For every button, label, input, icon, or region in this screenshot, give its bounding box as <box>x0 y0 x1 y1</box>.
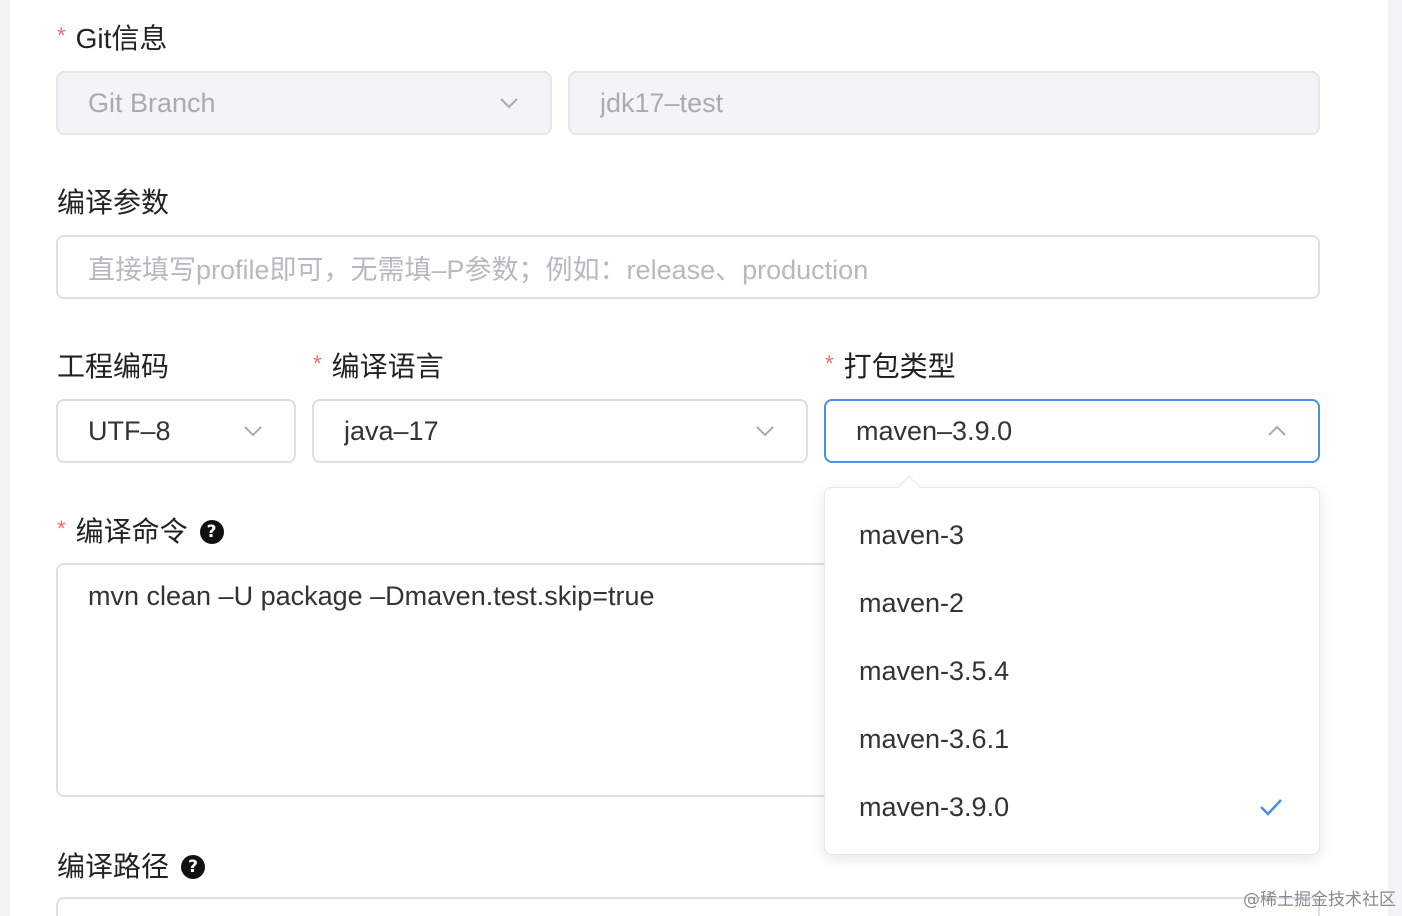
option-label: maven-3 <box>859 519 965 550</box>
option-label: maven-3.5.4 <box>859 655 1010 686</box>
dropdown-option[interactable]: maven-3.5.4 <box>825 637 1319 705</box>
help-icon[interactable]: ? <box>181 855 206 879</box>
option-label: maven-2 <box>859 587 965 618</box>
compile-command-value: mvn clean –U package –Dmaven.test.skip=t… <box>88 581 655 611</box>
dropdown-option-selected[interactable]: maven-3.9.0 <box>825 773 1319 841</box>
compile-params-label-text: 编译参数 <box>57 187 170 218</box>
help-icon[interactable]: ? <box>199 520 224 544</box>
required-mark: * <box>825 351 834 376</box>
compile-params-label: 编译参数 <box>57 185 169 221</box>
chevron-down-icon <box>500 98 518 109</box>
package-type-select[interactable]: maven–3.9.0 <box>824 399 1320 463</box>
language-label: * 编译语言 <box>313 349 444 385</box>
encoding-label: 工程编码 <box>57 349 169 385</box>
chevron-up-icon <box>1268 425 1286 436</box>
git-info-label-text: Git信息 <box>75 23 168 54</box>
option-label: maven-3.6.1 <box>859 723 1010 754</box>
compile-path-label-text: 编译路径 <box>57 851 170 882</box>
package-type-select-value: maven–3.9.0 <box>856 415 1013 446</box>
required-mark: * <box>57 516 66 541</box>
option-label: maven-3.9.0 <box>859 791 1010 822</box>
git-branch-select-value: Git Branch <box>88 87 216 118</box>
chevron-down-icon <box>244 426 262 437</box>
compile-path-input[interactable] <box>56 897 1320 916</box>
required-mark: * <box>57 23 66 48</box>
package-type-dropdown: maven-3 maven-2 maven-3.5.4 maven-3.6.1 … <box>824 475 1320 855</box>
git-branch-input-value: jdk17–test <box>600 87 724 118</box>
encoding-select-value: UTF–8 <box>88 415 171 446</box>
git-branch-select[interactable]: Git Branch <box>56 71 552 135</box>
compile-params-input[interactable]: 直接填写profile即可，无需填–P参数；例如：release、product… <box>56 235 1320 299</box>
language-select-value: java–17 <box>344 415 439 446</box>
git-branch-input[interactable]: jdk17–test <box>568 71 1320 135</box>
encoding-label-text: 工程编码 <box>57 351 170 382</box>
compile-command-label-text: 编译命令 <box>75 516 188 547</box>
dropdown-option[interactable]: maven-3.6.1 <box>825 705 1319 773</box>
watermark: @稀土掘金技术社区 <box>1243 890 1396 910</box>
package-type-label: * 打包类型 <box>825 349 956 385</box>
dropdown-option[interactable]: maven-3 <box>825 501 1319 569</box>
language-label-text: 编译语言 <box>331 351 444 382</box>
required-mark: * <box>313 351 322 376</box>
chevron-down-icon <box>756 426 774 437</box>
compile-command-label: * 编译命令 ? <box>57 514 224 550</box>
check-icon <box>1260 799 1282 816</box>
encoding-select[interactable]: UTF–8 <box>56 399 296 463</box>
package-type-label-text: 打包类型 <box>843 351 956 382</box>
compile-params-placeholder: 直接填写profile即可，无需填–P参数；例如：release、product… <box>88 254 869 285</box>
language-select[interactable]: java–17 <box>312 399 808 463</box>
dropdown-option[interactable]: maven-2 <box>825 569 1319 637</box>
git-info-label: * Git信息 <box>57 21 167 57</box>
compile-path-label: 编译路径 ? <box>57 849 206 885</box>
